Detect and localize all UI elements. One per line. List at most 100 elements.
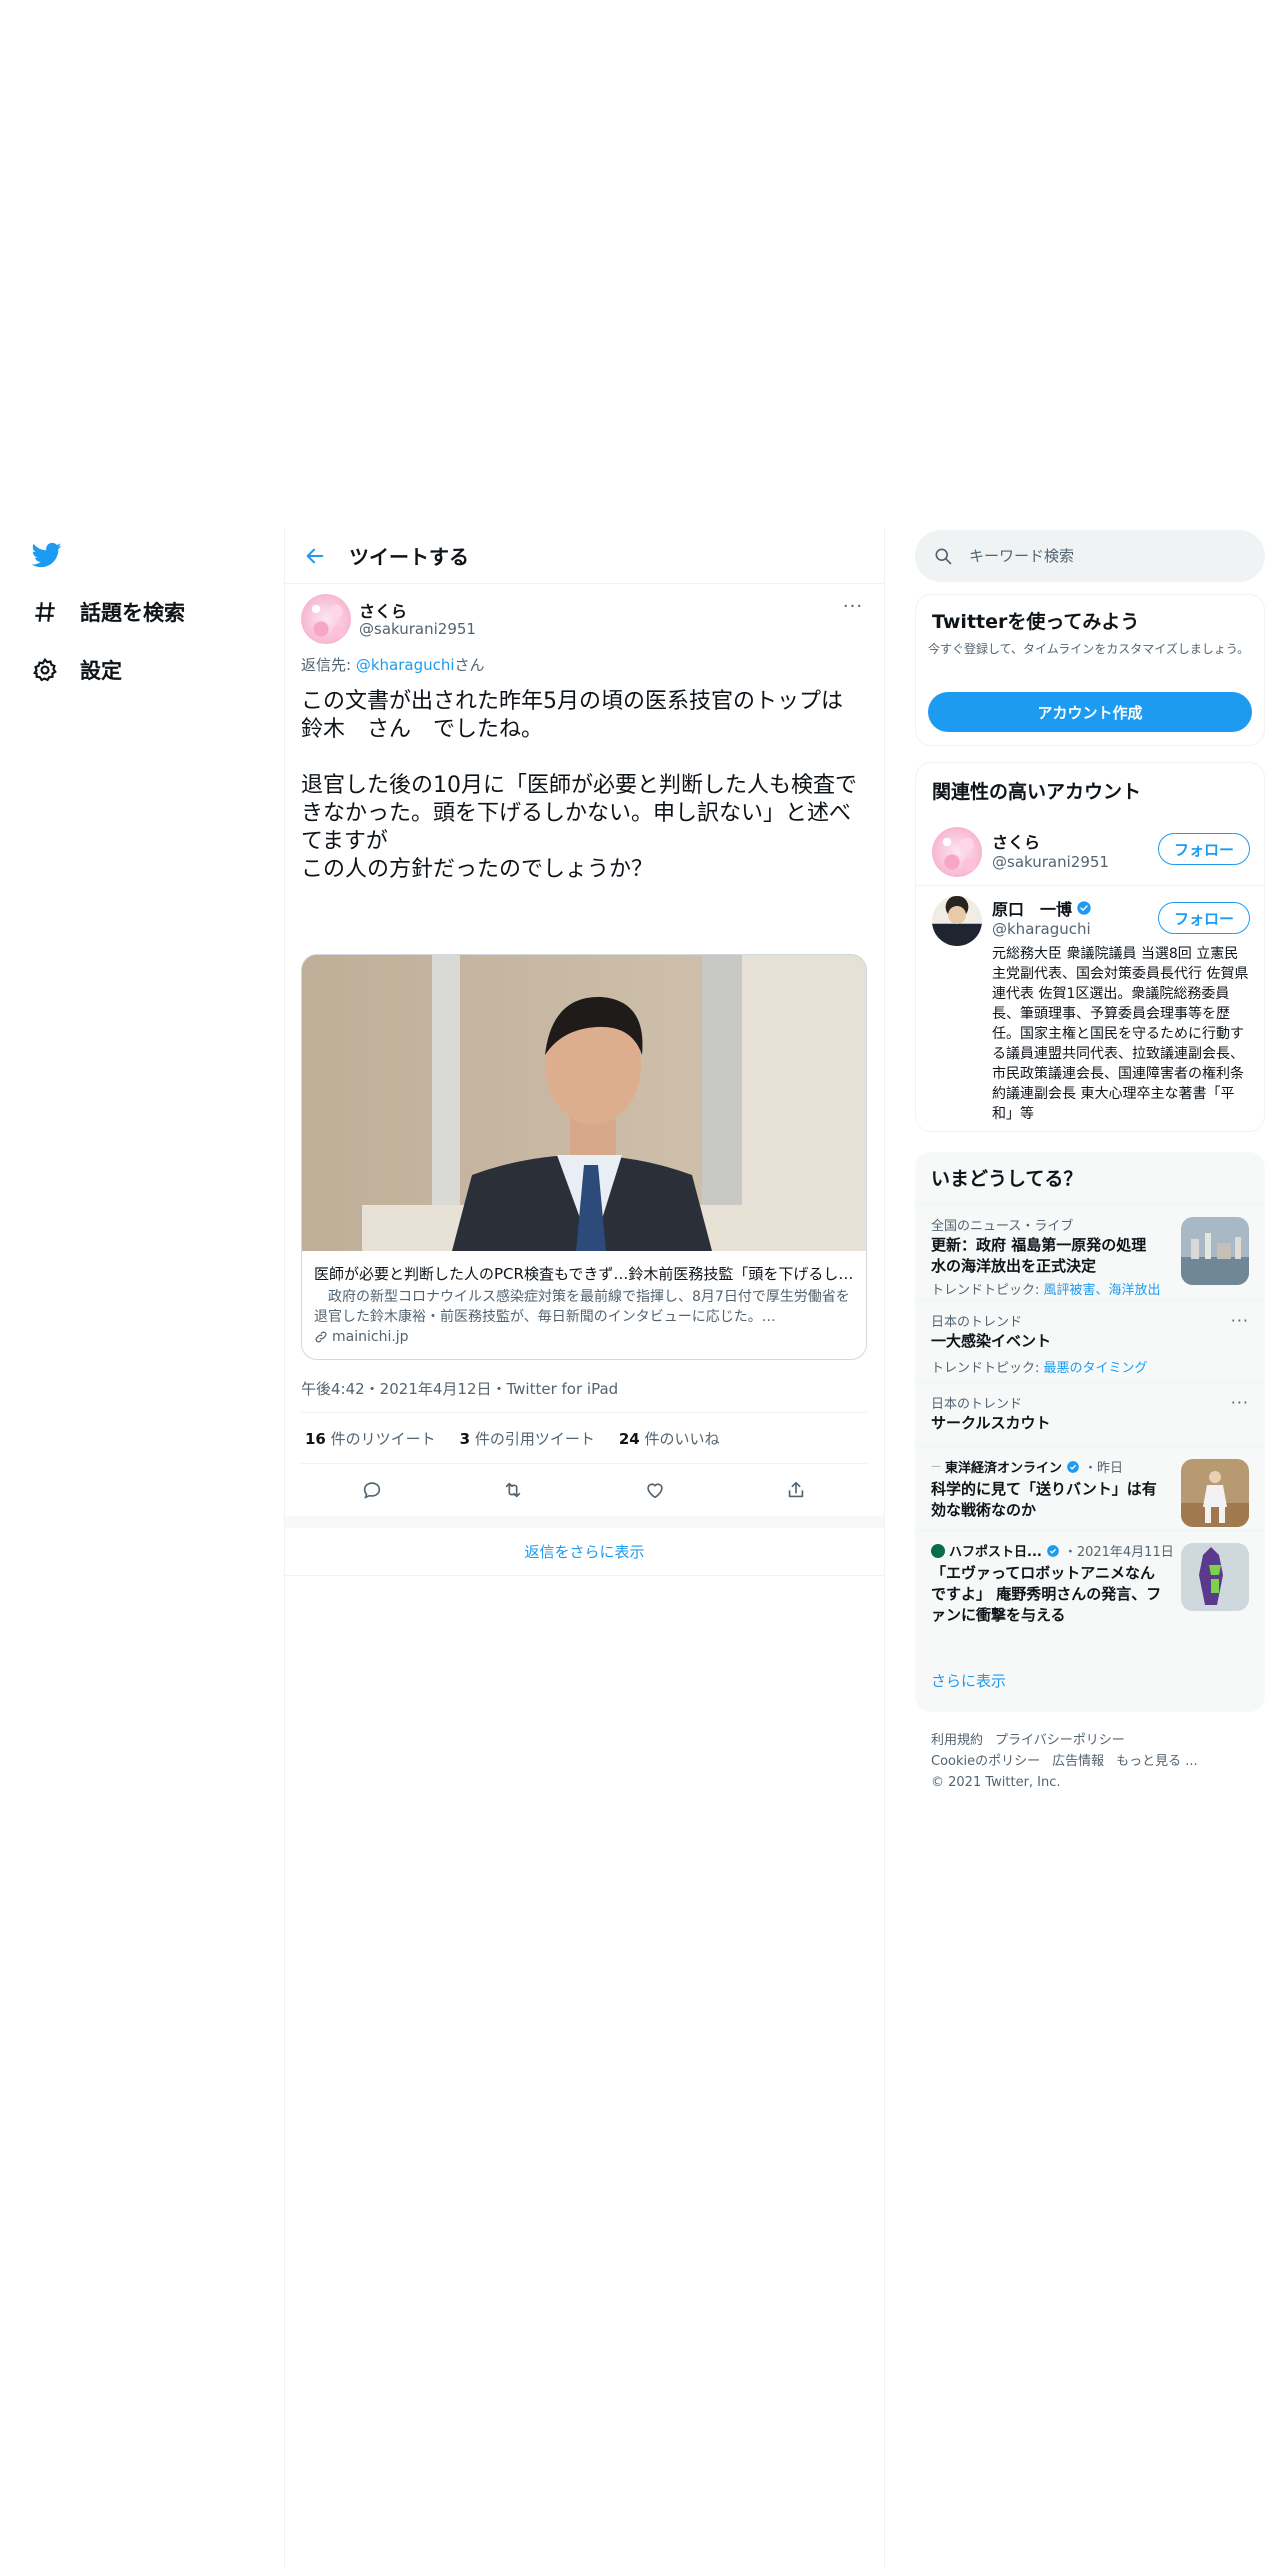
account-handle[interactable]: @kharaguchi [992,920,1091,938]
heart-icon [647,1483,663,1499]
search-input[interactable] [969,547,1249,565]
tweet-actions [301,1464,867,1516]
retweet-icon [506,1482,521,1498]
trend-thumbnail [1181,1459,1249,1527]
footer-link[interactable]: プライバシーポリシー [995,1733,1125,1748]
show-more-replies-button[interactable]: 返信をさらに表示 [285,1528,884,1576]
card-image [302,955,866,1251]
reply-icon [363,1482,380,1499]
card-title: 医師が必要と判断した人のPCR検査もできず…鈴木前医務技監「頭を下げるしかない」 [314,1265,854,1283]
author-handle[interactable]: @sakurani2951 [359,620,476,638]
account-handle[interactable]: @sakurani2951 [992,853,1109,871]
trend-source-row: — 東洋経済オンライン ・昨日 [931,1457,1123,1476]
trend-date: ・昨日 [1084,1461,1124,1476]
nav-item-explore[interactable]: 話題を検索 [30,590,185,634]
card-domain-text: mainichi.jp [332,1329,409,1345]
trend-thumbnail [1181,1217,1249,1285]
trend-topic: トレンドトピック: 風評被害、海洋放出 [931,1279,1161,1298]
divider [285,1516,884,1528]
account-name: 原口 一博 [992,900,1073,919]
trend-item[interactable]: — 東洋経済オンライン ・昨日 科学的に見て「送りバント」は有効な戦術なのか [915,1446,1265,1530]
trend-date: ・2021年4月11日 [1063,1545,1174,1560]
nav-item-settings[interactable]: 設定 [30,648,122,692]
search-bar[interactable] [915,530,1265,582]
likes-label: 件のいいね [639,1429,720,1448]
source-logo-icon: — [931,1461,941,1472]
like-button[interactable] [635,1470,675,1510]
trend-topic-prefix: トレンドトピック: [931,1361,1044,1376]
reply-button[interactable] [352,1470,392,1510]
trend-title: 更新：政府 福島第一原発の処理水の海洋放出を正式決定 [931,1236,1147,1275]
signup-subtitle: 今すぐ登録して、タイムラインをカスタマイズしましょう。 [928,642,1250,656]
avatar[interactable] [301,594,351,644]
trend-topic: トレンドトピック: 最悪のタイミング [931,1357,1148,1376]
retweet-button[interactable] [493,1470,533,1510]
card-domain: mainichi.jp [314,1329,409,1345]
search-icon [935,548,952,565]
trend-title: 「エヴァってロボットアニメなんですよ」 庵野秀明さんの発言、ファンに衝撃を与える [931,1564,1162,1624]
nav-item-explore-label: 話題を検索 [80,601,185,625]
trend-title: サークルスカウト [931,1414,1051,1432]
trend-more-button[interactable]: ··· [1231,1393,1249,1412]
footer-link[interactable]: 広告情報 [1052,1754,1104,1769]
card-description: 政府の新型コロナウイルス感染症対策を最前線で指揮し、8月7日付で厚生労働省を退官… [314,1289,850,1325]
trend-meta: 全国のニュース・ライブ [931,1219,1074,1234]
trend-item[interactable]: 日本のトレンド ··· 一大感染イベント トレンドトピック: 最悪のタイミング [915,1300,1265,1382]
page-title: ツイートする [349,545,469,569]
tweet-timestamp[interactable]: 午後4:42・2021年4月12日・Twitter for iPad [301,1378,618,1399]
trends-panel: いまどうしてる？ 全国のニュース・ライブ 更新：政府 福島第一原発の処理水の海洋… [915,1152,1265,1712]
trend-thumbnail [1181,1543,1249,1611]
retweets-count: 16 [305,1429,326,1448]
trend-meta: 日本のトレンド [931,1397,1023,1412]
trend-item[interactable]: 日本のトレンド ··· サークルスカウト [915,1382,1265,1446]
follow-button[interactable]: フォロー [1158,833,1250,865]
trend-item[interactable]: 全国のニュース・ライブ 更新：政府 福島第一原発の処理水の海洋放出を正式決定 ト… [915,1204,1265,1300]
trend-title: 一大感染イベント [931,1332,1052,1350]
who-to-follow-title: 関連性の高いアカウント [932,781,1142,803]
reply-to-link[interactable]: @kharaguchi [356,656,455,674]
trend-source: 東洋経済オンライン [945,1461,1063,1476]
back-button[interactable] [295,536,335,576]
quotes-stat[interactable]: 3 件の引用ツイート [456,1428,595,1449]
tweet-header: ツイートする [285,528,884,584]
avatar[interactable] [932,827,982,877]
retweets-stat[interactable]: 16 件のリツイート [301,1428,436,1449]
account-item[interactable]: 原口 一博 @kharaguchi フォロー 元総務大臣 衆議院議員 当選8回 … [916,885,1264,1133]
account-name-row[interactable]: 原口 一博 [992,896,1092,920]
trend-source-row: ハフポスト日... ・2021年4月11日 [931,1541,1174,1560]
trend-item[interactable]: ハフポスト日... ・2021年4月11日 「エヴァってロボットアニメなんですよ… [915,1530,1265,1640]
account-name[interactable]: さくら [992,829,1040,853]
create-account-button[interactable]: アカウント作成 [928,692,1252,732]
avatar[interactable] [932,896,982,946]
tweet-text: この文書が出された昨年5月の頃の医系技官のトップは 鈴木 さん でしたね。 退官… [301,689,857,882]
share-button[interactable] [776,1470,816,1510]
trends-title: いまどうしてる？ [931,1168,1083,1190]
gear-icon [30,655,60,685]
arrow-left-icon [306,548,324,563]
footer-link[interactable]: 利用規約 [931,1733,983,1748]
follow-button[interactable]: フォロー [1158,902,1250,934]
trend-meta: 日本のトレンド [931,1315,1023,1330]
retweets-label: 件のリツイート [325,1429,436,1448]
trend-title: 科学的に見て「送りバント」は有効な戦術なのか [931,1480,1157,1519]
link-card[interactable]: 医師が必要と判断した人のPCR検査もできず…鈴木前医務技監「頭を下げるしかない」… [301,954,867,1360]
trend-topic-prefix: トレンドトピック: [931,1283,1044,1298]
author-name[interactable]: さくら [359,598,407,622]
more-options-button[interactable]: ··· [838,596,868,620]
verified-badge-icon [1077,901,1091,915]
twitter-logo-icon[interactable] [30,540,64,570]
likes-stat[interactable]: 24 件のいいね [615,1428,720,1449]
verified-badge-icon [1067,1460,1079,1473]
trend-topic-link[interactable]: 風評被害、海洋放出 [1044,1283,1161,1298]
nav-item-settings-label: 設定 [80,659,122,683]
footer: 利用規約 プライバシーポリシー Cookieのポリシー 広告情報 もっと見る ... … [931,1730,1261,1793]
footer-link[interactable]: もっと見る ... [1116,1754,1198,1769]
trend-more-button[interactable]: ··· [1231,1311,1249,1330]
tweet-author: さくら @sakurani2951 ··· [301,594,868,646]
show-more-trends-link[interactable]: さらに表示 [931,1670,1006,1691]
trend-topic-link[interactable]: 最悪のタイミング [1044,1361,1148,1376]
source-logo-icon [931,1543,945,1558]
footer-link[interactable]: Cookieのポリシー [931,1754,1040,1769]
tweet-stats: 16 件のリツイート 3 件の引用ツイート 24 件のいいね [301,1412,867,1464]
who-to-follow-panel: 関連性の高いアカウント さくら @sakurani2951 フォロー 原口 一博… [915,762,1265,1132]
